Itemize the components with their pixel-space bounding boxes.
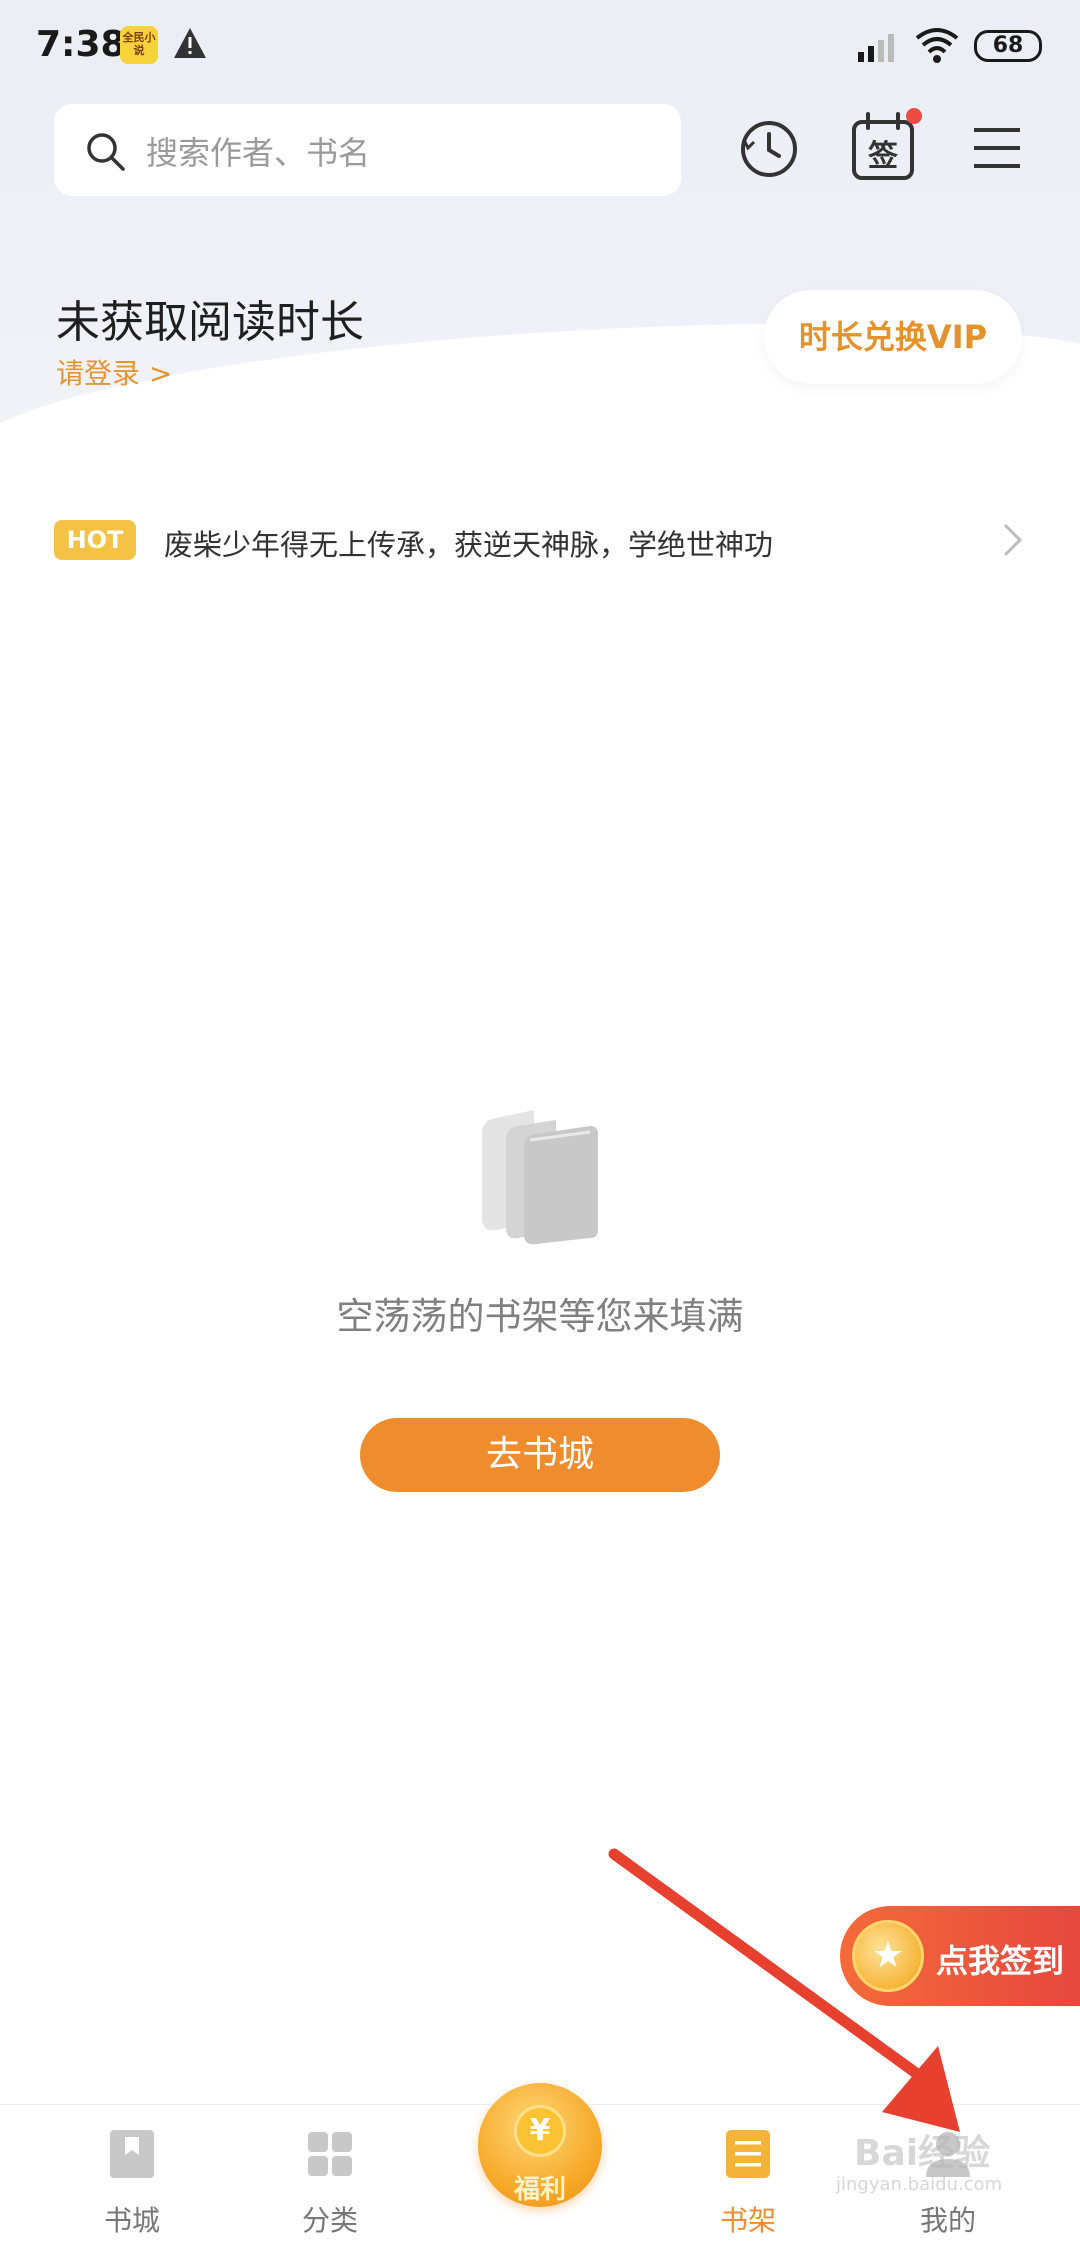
hot-badge: HOT: [54, 520, 136, 560]
tab-label: 福利: [513, 2175, 566, 2205]
signal-icon: [858, 34, 894, 62]
warning-icon: [174, 28, 206, 58]
empty-state-message: 空荡荡的书架等您来填满: [336, 1295, 744, 1338]
history-icon[interactable]: [738, 118, 800, 180]
menu-icon[interactable]: [972, 124, 1022, 172]
wifi-icon: [915, 28, 959, 63]
notification-dot: [906, 108, 922, 124]
tab-welfare[interactable]: ¥ 福利: [478, 2083, 602, 2207]
welfare-coin-icon: ¥: [514, 2105, 566, 2157]
watermark-url: jingyan.baidu.com: [836, 2174, 1003, 2195]
app-notification-icon: 全民小说: [120, 26, 158, 64]
annotation-arrow: [608, 1848, 960, 2132]
category-icon: [308, 2132, 352, 2176]
hot-recommendation[interactable]: HOT 废柴少年得无上传承，获逆天神脉，学绝世神功: [0, 500, 1080, 580]
tab-bookstore[interactable]: 书城: [62, 2105, 202, 2248]
bookstore-icon: [110, 2130, 154, 2178]
search-input[interactable]: 搜索作者、书名: [54, 104, 681, 196]
exchange-vip-button[interactable]: 时长兑换VIP: [764, 290, 1022, 384]
status-bar: 7:38 全民小说 68: [0, 0, 1080, 95]
tab-label: 书城: [103, 2204, 160, 2237]
svg-text:签: 签: [868, 139, 898, 174]
battery-indicator: 68: [974, 30, 1042, 62]
search-icon: [87, 133, 125, 171]
login-link[interactable]: 请登录 >: [56, 352, 172, 392]
reading-time-title: 未获取阅读时长: [56, 297, 364, 348]
search-placeholder: 搜索作者、书名: [146, 134, 371, 172]
check-in-icon[interactable]: 签: [850, 112, 916, 182]
status-time: 7:38: [36, 24, 126, 65]
tab-label: 分类: [301, 2204, 358, 2237]
empty-bookshelf-icon: [482, 1110, 598, 1245]
tab-label: 书架: [719, 2204, 776, 2237]
chevron-right-icon: [1004, 524, 1023, 556]
hot-text: 废柴少年得无上传承，获逆天神脉，学绝世神功: [164, 528, 774, 562]
tab-category[interactable]: 分类: [260, 2105, 400, 2248]
go-to-bookstore-button[interactable]: 去书城: [360, 1418, 720, 1492]
